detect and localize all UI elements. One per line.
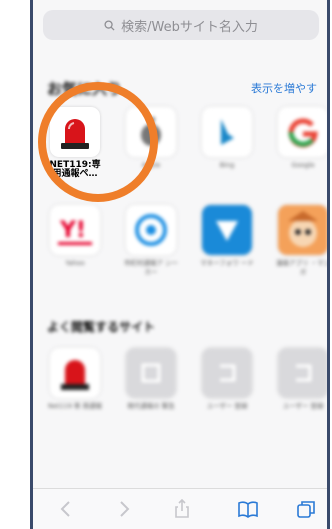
favorite-bing[interactable]: Bing — [197, 107, 257, 170]
favorite-label: Google — [291, 161, 315, 169]
share-icon[interactable] — [171, 499, 193, 519]
favorite-label: マネーフォワ ード — [200, 259, 254, 267]
page-placeholder-icon — [202, 348, 252, 398]
page-placeholder-icon — [126, 348, 176, 398]
manga-icon — [278, 205, 327, 255]
frequent-label: Net119 専 用通報 — [48, 402, 102, 410]
svg-text:Y!: Y! — [59, 218, 86, 243]
phone-screen: 検索/Webサイト名入力 お気に入り 表示を増やす NET119:専用通報ペ… … — [30, 0, 330, 529]
favorite-google[interactable]: Google — [273, 107, 327, 170]
bookmarks-icon[interactable] — [237, 499, 259, 519]
bottom-toolbar — [33, 488, 327, 529]
forward-icon[interactable] — [113, 499, 135, 519]
moneyforward-icon — [202, 205, 252, 255]
frequent-title: よく閲覧するサイト — [47, 320, 156, 334]
favorite-yahoo[interactable]: Y! Yahoo — [45, 205, 105, 268]
compass-icon — [126, 205, 176, 255]
favorite-label: 漫画アプリ ・マンガ — [275, 259, 330, 276]
favorite-moneyforward[interactable]: マネーフォワ ード — [197, 205, 257, 268]
page-placeholder-icon — [278, 348, 327, 398]
favorite-compass[interactable]: 市町村通報ア ンーカー — [121, 205, 181, 277]
favorite-label: Yahoo — [65, 259, 85, 267]
frequent-item[interactable]: ユーザー 登録 — [273, 348, 327, 411]
frequent-item[interactable]: Net119 専 用通報 — [45, 348, 105, 411]
frequent-item[interactable]: 現代通報の 緊急 — [121, 348, 181, 411]
back-icon[interactable] — [55, 499, 77, 519]
bing-icon — [202, 107, 252, 157]
yahoo-icon: Y! — [50, 205, 100, 255]
search-placeholder: 検索/Webサイト名入力 — [121, 19, 258, 35]
show-more-link[interactable]: 表示を増やす — [251, 80, 317, 96]
frequent-item[interactable]: ユーザー 登録 — [197, 348, 257, 411]
frequent-label: ユーザー 登録 — [206, 402, 248, 410]
favorite-manga[interactable]: 漫画アプリ ・マンガ — [273, 205, 330, 277]
highlight-ring — [38, 82, 158, 202]
favorite-label: 市町村通報ア ンーカー — [123, 259, 179, 276]
google-icon — [278, 107, 327, 157]
frequent-label: ユーザー 登録 — [282, 402, 324, 410]
favorite-label: Bing — [219, 161, 235, 169]
search-icon — [104, 19, 115, 31]
frequent-label: 現代通報の 緊急 — [127, 402, 175, 410]
siren-icon — [50, 348, 100, 398]
search-bar[interactable]: 検索/Webサイト名入力 — [43, 10, 319, 40]
tabs-icon[interactable] — [295, 499, 317, 519]
